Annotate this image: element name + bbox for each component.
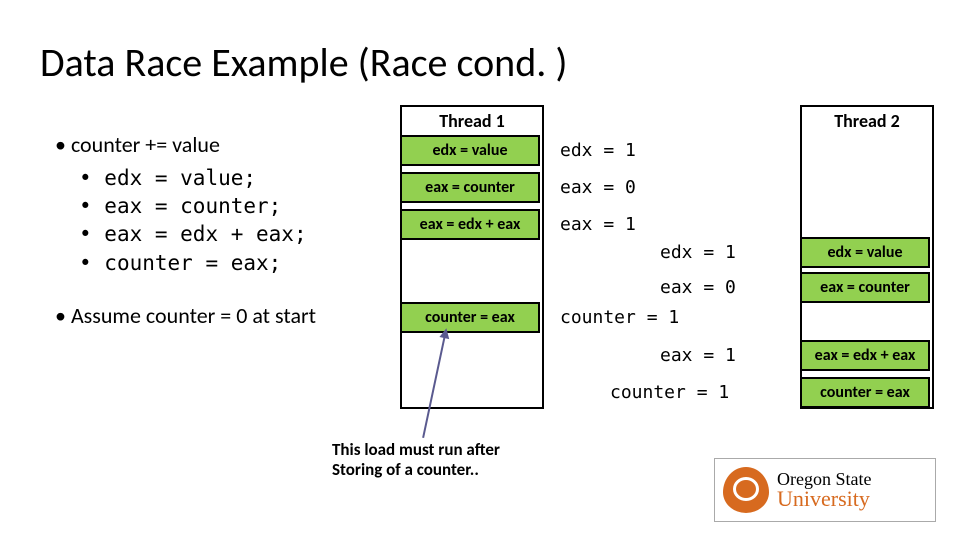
osu-crest-icon xyxy=(723,467,769,513)
osu-logo-text: Oregon State University xyxy=(777,470,871,510)
callout-line: Storing of a counter.. xyxy=(332,460,500,480)
state-annot: eax = 1 xyxy=(560,214,636,235)
state-annot: edx = 1 xyxy=(660,242,736,263)
state-annot: eax = 0 xyxy=(660,277,736,298)
slide: Data Race Example (Race cond. ) counter … xyxy=(0,0,960,540)
thread1-step-3: eax = edx + eax xyxy=(400,209,540,240)
callout-line: This load must run after xyxy=(332,440,500,460)
thread1-step-2: eax = counter xyxy=(400,172,540,203)
thread2-header: Thread 2 xyxy=(802,107,932,137)
slide-title: Data Race Example (Race cond. ) xyxy=(40,38,567,87)
expr-line: counter += value xyxy=(55,130,316,160)
thread1-step-1: edx = value xyxy=(400,135,540,166)
osu-line2: University xyxy=(777,488,871,510)
code-line: counter = eax; xyxy=(79,249,316,277)
state-annot: edx = 1 xyxy=(560,140,636,161)
state-annot: counter = 1 xyxy=(560,307,679,328)
thread2-step-1: edx = value xyxy=(800,237,930,268)
thread2-step-4: counter = eax xyxy=(800,377,930,408)
code-line: eax = counter; xyxy=(79,192,316,220)
thread2-step-2: eax = counter xyxy=(800,272,930,303)
state-annot: eax = 0 xyxy=(560,177,636,198)
assumption-line: Assume counter = 0 at start xyxy=(55,301,316,331)
thread1-header: Thread 1 xyxy=(402,107,542,137)
pseudo-asm-list: edx = value; eax = counter; eax = edx + … xyxy=(79,164,316,277)
state-annot: eax = 1 xyxy=(660,345,736,366)
left-column: counter += value edx = value; eax = coun… xyxy=(55,130,316,331)
code-line: edx = value; xyxy=(79,164,316,192)
thread1-step-4: counter = eax xyxy=(400,302,540,333)
code-line: eax = edx + eax; xyxy=(79,220,316,248)
thread2-step-3: eax = edx + eax xyxy=(800,340,930,371)
state-annot: counter = 1 xyxy=(610,382,729,403)
callout-text: This load must run after Storing of a co… xyxy=(332,440,500,481)
osu-logo: Oregon State University xyxy=(714,458,936,522)
